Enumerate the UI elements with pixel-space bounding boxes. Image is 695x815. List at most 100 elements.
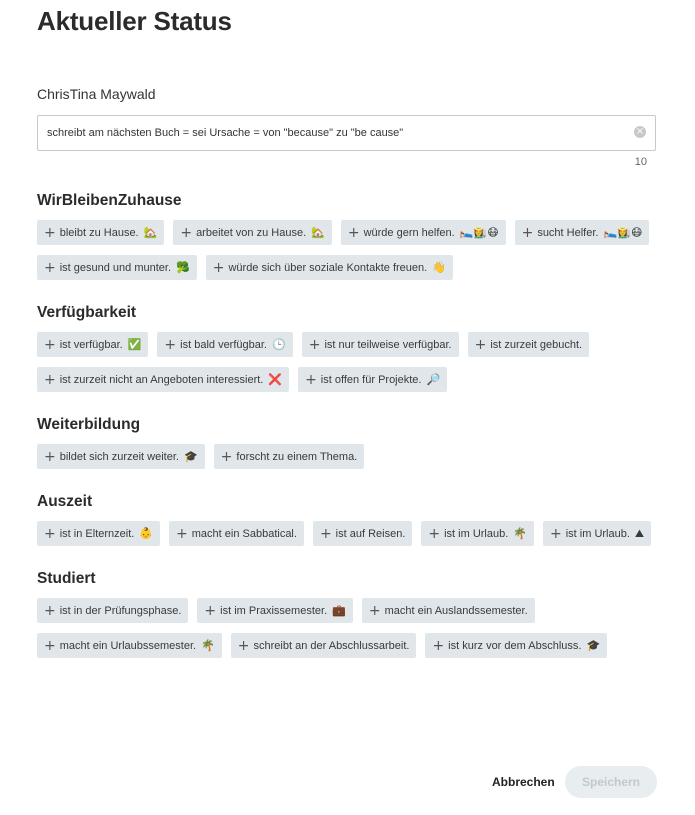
chip-label: bleibt zu Hause. [59,226,139,239]
chip-label: ist auf Reisen. [335,527,406,540]
section-title: Verfügbarkeit [37,304,137,321]
status-categories: WirBleibenZuhause + bleibt zu Hause. 🏡 + arbe… [37,192,667,682]
chip-label: ist verfügbar. [59,338,123,351]
status-chip[interactable]: + ist offen für Projekte. 🔎 [298,367,448,392]
plus-icon: + [176,525,188,542]
chip-list: + ist verfügbar. ✅ + ist bald verfügbar. 🕒 + is… [37,332,667,392]
status-chip[interactable]: + ist nur teilweise verfügbar. [301,332,459,357]
chip-label: würde sich über soziale Kontakte freuen. [228,261,428,274]
section-title: WirBleibenZuhause [37,192,182,209]
plus-icon: + [368,602,381,619]
plus-icon: + [550,525,562,542]
chip-emoji-icon: 🔎 [426,373,441,386]
chip-emoji-icon: ✅ [127,338,142,351]
status-chip[interactable]: + ist bald verfügbar. 🕒 [157,332,293,357]
section-auszeit: Auszeit + ist in Elternzeit. 👶 + macht ein Sa… [37,493,667,546]
section-wirbleibenzuhause: WirBleibenZuhause + bleibt zu Hause. 🏡 + arbe… [37,192,667,280]
chip-label: ist kurz vor dem Abschluss. [448,639,582,652]
plus-icon: + [428,525,441,542]
plus-icon: + [237,637,250,654]
chip-emoji-icon: 🎓 [586,639,601,652]
chip-emoji-icon: ⛰ [634,526,645,540]
chip-label: sucht Helfer. [537,226,599,239]
chip-emoji-icon: 🌴 [201,639,215,652]
status-chip[interactable]: + schreibt an der Abschlussarbeit. [230,633,417,658]
plus-icon: + [44,259,56,276]
status-chip[interactable]: + ist in der Prüfungsphase. [37,598,189,623]
section-title: Studiert [37,570,96,587]
status-chip[interactable]: + ist im Urlaub. ⛰ [543,521,652,546]
chip-emoji-icon: 🛌👩‍🌾😷 [603,226,643,239]
plus-icon: + [319,525,332,542]
chip-emoji-icon: 🛌👩‍🌾😷 [459,226,499,239]
chip-emoji-icon: 🥦 [176,261,190,274]
plus-icon: + [180,224,193,241]
plus-icon: + [474,336,487,353]
plus-icon: + [44,336,56,353]
status-chip[interactable]: + bleibt zu Hause. 🏡 [37,220,165,245]
chip-label: ist im Praxissemester. [220,604,328,617]
chip-emoji-icon: 🎓 [183,450,198,463]
plus-icon: + [432,637,445,654]
chip-label: ist in Elternzeit. [59,527,135,540]
chip-emoji-icon: 👋 [432,261,446,274]
status-chip[interactable]: + ist im Urlaub. 🌴 [421,521,534,546]
clear-icon[interactable]: × [634,126,646,138]
chip-emoji-icon: 🕒 [272,338,286,351]
chip-label: macht ein Urlaubssemester. [59,639,197,652]
chip-label: ist nur teilweise verfügbar. [324,338,452,351]
chip-emoji-icon: 💼 [332,604,346,617]
chip-list: + ist in Elternzeit. 👶 + macht ein Sabbatica… [37,521,667,546]
chip-label: schreibt an der Abschlussarbeit. [253,639,410,652]
plus-icon: + [44,371,56,388]
status-chip[interactable]: + macht ein Urlaubssemester. 🌴 [37,633,222,658]
status-chip[interactable]: + macht ein Auslandssemester. [361,598,535,623]
plus-icon: + [347,224,360,241]
status-chip[interactable]: + bildet sich zurzeit weiter. 🎓 [37,444,205,469]
plus-icon: + [44,224,56,241]
chip-label: forscht zu einem Thema. [236,450,358,463]
chip-emoji-icon: ❌ [268,373,283,386]
status-input[interactable] [47,116,627,150]
status-chip[interactable]: + ist verfügbar. ✅ [37,332,149,357]
status-chip[interactable]: + ist im Praxissemester. 💼 [197,598,353,623]
plus-icon: + [521,224,534,241]
status-input-container: × [37,115,656,151]
chip-emoji-icon: 🏡 [311,226,325,239]
section-studiert: Studiert + ist in der Prüfungsphase. + ist i… [37,570,667,658]
status-chip[interactable]: + macht ein Sabbatical. [169,521,304,546]
chip-label: ist im Urlaub. [565,527,630,540]
status-chip[interactable]: + ist gesund und munter. 🥦 [37,255,197,280]
chip-label: würde gern helfen. [363,226,455,239]
plus-icon: + [308,336,321,353]
status-chip[interactable]: + ist kurz vor dem Abschluss. 🎓 [425,633,608,658]
section-title: Weiterbildung [37,416,141,433]
chip-label: bildet sich zurzeit weiter. [59,450,179,463]
page-title: Aktueller Status [37,6,232,36]
chip-label: ist im Urlaub. [444,527,509,540]
chip-label: ist zurzeit gebucht. [490,338,583,351]
status-chip[interactable]: + ist zurzeit nicht an Angeboten interess… [37,367,290,392]
plus-icon: + [220,448,233,465]
plus-icon: + [44,448,56,465]
status-chip[interactable]: + arbeitet von zu Hause. 🏡 [173,220,332,245]
chip-label: ist offen für Projekte. [320,373,422,386]
chip-label: ist zurzeit nicht an Angeboten interessi… [59,373,264,386]
status-chip[interactable]: + forscht zu einem Thema. [213,444,365,469]
cancel-button[interactable]: Abbrechen [488,766,559,798]
chip-list: + ist in der Prüfungsphase. + ist im Praxis… [37,598,667,658]
plus-icon: + [44,525,56,542]
chip-label: macht ein Sabbatical. [191,527,297,540]
status-chip[interactable]: + sucht Helfer. 🛌👩‍🌾😷 [514,220,650,245]
chip-label: ist bald verfügbar. [180,338,267,351]
status-chip[interactable]: + ist zurzeit gebucht. [467,332,590,357]
status-chip[interactable]: + würde gern helfen. 🛌👩‍🌾😷 [340,220,506,245]
section-verfügbarkeit: Verfügbarkeit + ist verfügbar. ✅ + ist bald v… [37,304,667,392]
status-chip[interactable]: + ist in Elternzeit. 👶 [37,521,161,546]
save-button[interactable]: Speichern [565,766,657,798]
status-chip[interactable]: + ist auf Reisen. [312,521,413,546]
chip-label: ist in der Prüfungsphase. [59,604,182,617]
status-chip[interactable]: + würde sich über soziale Kontakte freuen… [205,255,453,280]
chip-list: + bleibt zu Hause. 🏡 + arbeitet von zu Hause… [37,220,667,280]
chip-label: arbeitet von zu Hause. [196,226,307,239]
